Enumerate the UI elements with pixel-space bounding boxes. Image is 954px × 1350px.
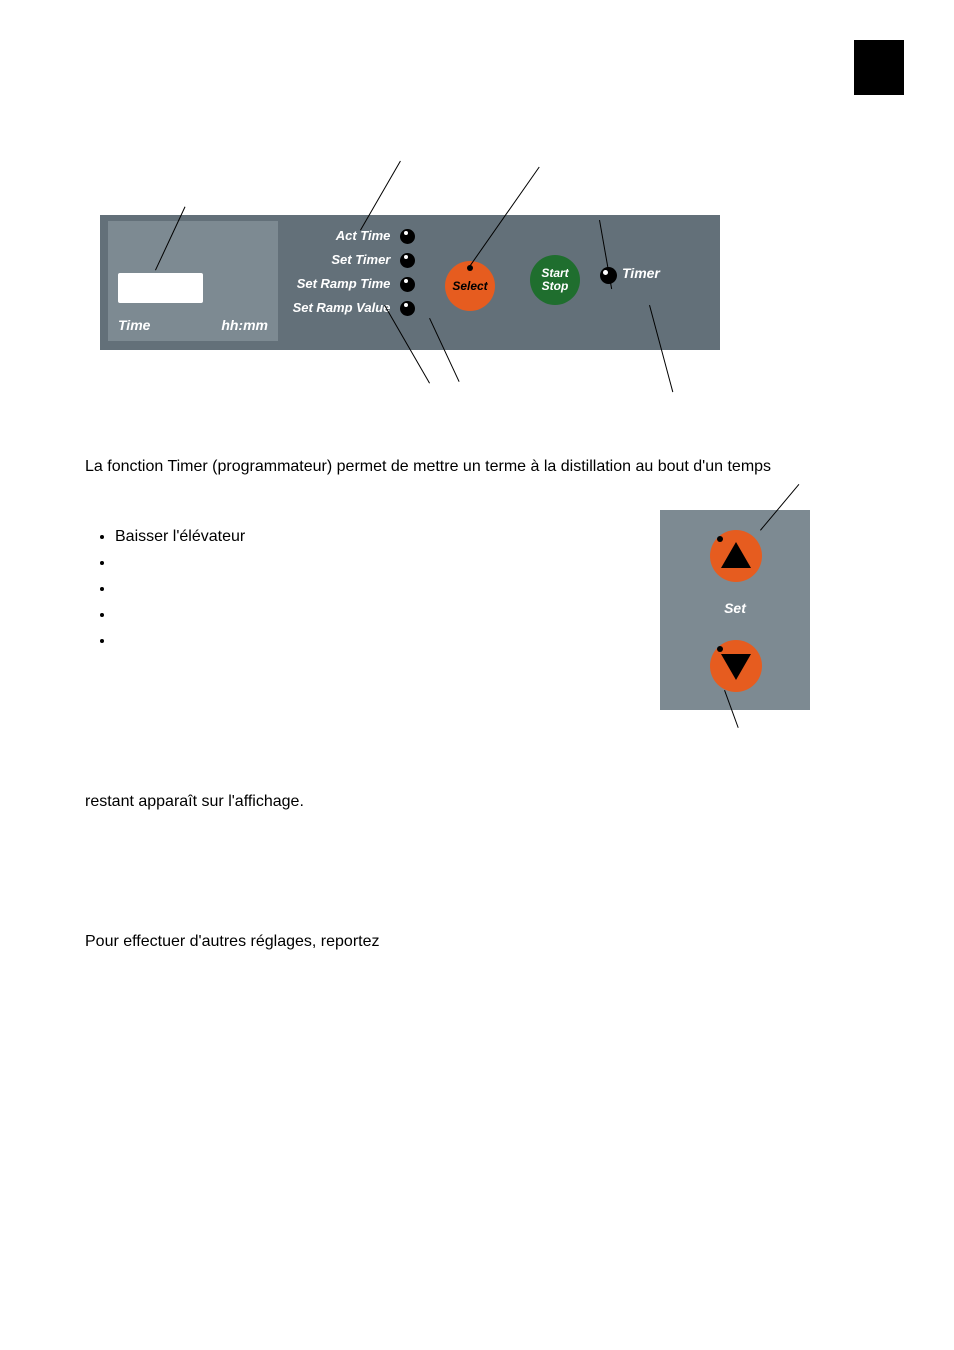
led-set-ramp-time: Set Ramp Time bbox=[270, 276, 415, 292]
timer-panel-figure: Time hh:mm Act Time Set Timer Set Ramp T… bbox=[100, 155, 820, 405]
set-ramp-time-label: Set Ramp Time bbox=[297, 276, 391, 291]
start-stop-button[interactable]: Start Stop bbox=[530, 255, 580, 305]
led-set-timer: Set Timer bbox=[295, 252, 415, 268]
act-time-label: Act Time bbox=[336, 228, 391, 243]
time-label: Time bbox=[118, 317, 150, 333]
time-display-block: Time hh:mm bbox=[108, 221, 278, 341]
paragraph-2: restant apparaît sur l'affichage. bbox=[85, 790, 885, 814]
led-act-time: Act Time bbox=[295, 228, 415, 244]
bullet-list: Baisser l'élévateur bbox=[100, 525, 600, 655]
select-button-label: Select bbox=[452, 279, 487, 293]
start-stop-button-label: Start Stop bbox=[541, 267, 568, 293]
select-button[interactable]: Select bbox=[445, 261, 495, 311]
paragraph-3: Pour effectuer d'autres réglages, report… bbox=[85, 930, 885, 954]
down-button[interactable] bbox=[710, 640, 762, 692]
set-timer-label: Set Timer bbox=[331, 252, 390, 267]
triangle-down-icon bbox=[721, 654, 751, 680]
list-item bbox=[115, 603, 600, 627]
up-button[interactable] bbox=[710, 530, 762, 582]
list-item: Baisser l'élévateur bbox=[115, 525, 600, 549]
set-label: Set bbox=[660, 600, 810, 616]
time-display bbox=[118, 273, 203, 303]
led-dot-icon bbox=[400, 301, 415, 316]
set-panel: Set bbox=[660, 510, 810, 710]
leader-line bbox=[760, 484, 799, 531]
paragraph-1: La fonction Timer (programmateur) permet… bbox=[85, 455, 885, 479]
led-dot-icon bbox=[400, 277, 415, 292]
list-item bbox=[115, 577, 600, 601]
list-item bbox=[115, 629, 600, 653]
page-number-box bbox=[854, 40, 904, 95]
set-ramp-value-label: Set Ramp Value bbox=[293, 300, 391, 315]
list-item bbox=[115, 551, 600, 575]
hhmm-label: hh:mm bbox=[221, 317, 268, 333]
led-dot-icon bbox=[400, 229, 415, 244]
led-dot-icon bbox=[400, 253, 415, 268]
timer-label: Timer bbox=[622, 265, 660, 281]
leader-line bbox=[724, 690, 739, 728]
triangle-up-icon bbox=[721, 542, 751, 568]
led-set-ramp-value: Set Ramp Value bbox=[270, 300, 415, 316]
